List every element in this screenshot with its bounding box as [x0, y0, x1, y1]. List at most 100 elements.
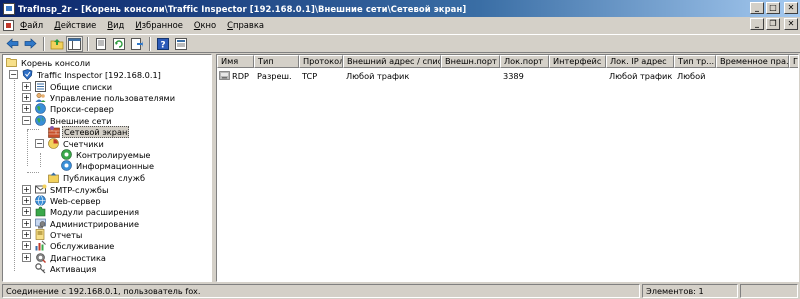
column-header-type[interactable]: Тип — [254, 55, 299, 68]
collapse-icon[interactable]: − — [9, 70, 18, 79]
cell-external-address: Любой трафик — [346, 70, 410, 81]
menu-favorites[interactable]: Избранное — [135, 20, 189, 30]
tree-label: Контролируемые — [76, 149, 151, 160]
menu-action[interactable]: Действие — [54, 20, 102, 30]
column-header-protocol[interactable]: Протокол — [299, 55, 343, 68]
tree-item-users[interactable]: + Управление пользователями — [22, 92, 176, 103]
document-icon[interactable] — [3, 19, 14, 31]
tree-item-web-server[interactable]: + Web-сервер — [22, 195, 102, 206]
up-folder-icon[interactable] — [48, 36, 65, 52]
column-header-external-port[interactable]: Внешн.порт — [441, 55, 500, 68]
key-icon — [35, 263, 46, 274]
cell-extra — [789, 69, 798, 82]
minimize-button[interactable]: _ — [750, 2, 764, 14]
report-icon — [35, 229, 46, 240]
child-minimize-button[interactable]: _ — [750, 18, 764, 30]
cell-type: Разреш. — [257, 70, 292, 81]
expand-icon[interactable]: + — [22, 185, 31, 194]
tree-item-root[interactable]: Корень консоли — [6, 57, 91, 68]
tree-item-informational[interactable]: Информационные — [61, 160, 155, 171]
child-close-button[interactable]: ✕ — [784, 18, 798, 30]
column-header-extra[interactable]: Г — [789, 55, 798, 68]
tree-item-activation[interactable]: Активация — [35, 263, 97, 274]
tree-item-proxy[interactable]: + Прокси-сервер — [22, 103, 115, 114]
toolbar-separator — [149, 36, 151, 51]
console-tree[interactable]: Корень консоли − Traffic Inspector [192.… — [2, 54, 212, 282]
expand-icon[interactable]: + — [22, 230, 31, 239]
tree-item-service-publishing[interactable]: Публикация служб — [48, 172, 146, 183]
collapse-icon[interactable]: − — [35, 139, 44, 148]
maintenance-icon — [35, 240, 46, 251]
tree-item-administration[interactable]: + Администрирование — [22, 218, 140, 229]
globe-icon — [35, 115, 46, 126]
expand-icon[interactable]: + — [22, 207, 31, 216]
menu-view[interactable]: Вид — [107, 20, 130, 30]
cell-external-port — [441, 69, 500, 82]
firewall-icon — [48, 126, 60, 138]
column-header-local-ip[interactable]: Лок. IP адрес — [606, 55, 674, 68]
column-header-interface[interactable]: Интерфейс — [549, 55, 606, 68]
info-circle-icon — [61, 160, 72, 171]
tree-item-firewall[interactable]: Сетевой экран — [48, 125, 130, 138]
menu-window[interactable]: Окно — [194, 20, 222, 30]
column-header-traffic-type[interactable]: Тип тр... — [674, 55, 716, 68]
tree-label: Общие списки — [50, 81, 113, 92]
forward-icon[interactable] — [22, 36, 39, 52]
column-header-local-port[interactable]: Лок.порт — [500, 55, 549, 68]
tree-item-extensions[interactable]: + Модули расширения — [22, 206, 140, 217]
expand-icon[interactable]: + — [22, 196, 31, 205]
help-icon[interactable]: ? — [154, 36, 171, 52]
menu-help[interactable]: Справка — [227, 20, 270, 30]
tree-item-diagnostics[interactable]: + Диагностика — [22, 252, 107, 263]
svg-text:?: ? — [160, 40, 165, 50]
results-list[interactable]: Имя Тип Протокол Внешний адрес / список … — [216, 54, 799, 282]
expand-icon[interactable]: + — [22, 219, 31, 228]
tree-item-server[interactable]: − Traffic Inspector [192.168.0.1] — [9, 69, 162, 80]
tree-item-controlled[interactable]: Контролируемые — [61, 149, 151, 160]
column-header-temporary-rule[interactable]: Временное пра... — [716, 55, 789, 68]
tree-label: Информационные — [76, 160, 154, 171]
maximize-button[interactable]: □ — [766, 2, 780, 14]
status-extra-panel — [740, 284, 798, 298]
cell-temporary-rule — [716, 69, 789, 82]
cell-local-port: 3389 — [503, 70, 524, 81]
tree-item-reports[interactable]: + Отчеты — [22, 229, 83, 240]
tree-item-external-networks[interactable]: − Внешние сети — [22, 115, 112, 126]
column-header-name[interactable]: Имя — [217, 55, 254, 68]
expand-icon[interactable]: + — [22, 82, 31, 91]
close-button[interactable]: ✕ — [784, 2, 798, 14]
back-icon[interactable] — [4, 36, 21, 52]
expand-icon[interactable]: + — [22, 93, 31, 102]
tree-item-counters[interactable]: − Счетчики — [35, 138, 105, 149]
cell-interface — [549, 69, 606, 82]
title-bar[interactable]: TrafInsp_2r - [Корень консоли\Traffic In… — [0, 0, 800, 17]
collapse-icon[interactable]: − — [22, 116, 31, 125]
web-icon — [35, 195, 46, 206]
column-header-external-address[interactable]: Внешний адрес / список — [343, 55, 441, 68]
tree-label: Сетевой экран — [62, 125, 130, 138]
tree-label: Управление пользователями — [50, 92, 176, 103]
toolbar: ? — [0, 34, 800, 53]
menu-file[interactable]: Файл — [20, 20, 49, 30]
tree-item-maintenance[interactable]: + Обслуживание — [22, 240, 115, 251]
expand-icon[interactable]: + — [22, 253, 31, 262]
properties-icon[interactable] — [92, 36, 109, 52]
tree-label: Отчеты — [50, 229, 83, 240]
app-icon[interactable] — [3, 2, 15, 15]
status-connection: Соединение с 192.168.0.1, пользователь f… — [2, 284, 640, 298]
tree-item-smtp[interactable]: + SMTP-службы — [22, 184, 109, 195]
publish-icon — [48, 172, 59, 183]
tree-label: Модули расширения — [50, 206, 140, 217]
expand-icon[interactable]: + — [22, 104, 31, 113]
rule-icon — [219, 70, 230, 81]
tree-label: Диагностика — [50, 252, 106, 263]
expand-icon[interactable]: + — [22, 241, 31, 250]
refresh-icon[interactable] — [110, 36, 127, 52]
table-row[interactable]: RDP Разреш. TCP Любой трафик 3389 Любой … — [217, 69, 798, 82]
help-topics-icon[interactable] — [172, 36, 189, 52]
export-list-icon[interactable] — [128, 36, 145, 52]
child-restore-button[interactable]: ❐ — [766, 18, 780, 30]
tree-item-lists[interactable]: + Общие списки — [22, 81, 113, 92]
list-icon — [35, 81, 46, 92]
show-hide-tree-icon[interactable] — [66, 35, 83, 52]
